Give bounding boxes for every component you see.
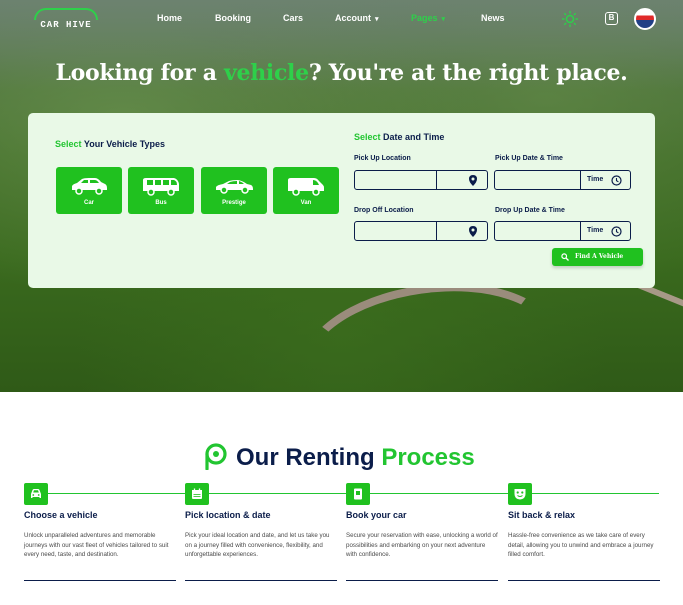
step-description: Secure your reservation with ease, unloc… — [346, 532, 498, 558]
step-title: Choose a vehicle — [24, 510, 98, 520]
vehicle-type-van[interactable]: Van — [273, 167, 339, 214]
step-underline — [24, 580, 176, 581]
vehicle-type-label: Prestige — [222, 200, 246, 206]
location-pin-icon — [469, 175, 477, 186]
date-time-title-green: Select — [354, 132, 381, 142]
vehicle-type-label: Van — [300, 200, 312, 206]
step-title: Book your car — [346, 510, 407, 520]
van-icon — [288, 178, 324, 196]
find-vehicle-label: Find A Vehicle — [575, 253, 624, 260]
find-vehicle-button[interactable]: Find A Vehicle — [552, 248, 643, 266]
dropoff-location-field[interactable] — [354, 221, 488, 241]
vehicle-type-bus[interactable]: Bus — [128, 167, 194, 214]
book-icon — [354, 488, 362, 500]
sun-icon[interactable] — [561, 10, 579, 28]
bus-icon — [143, 178, 179, 196]
top-nav: CAR HIVE Home Booking Cars Account ▾ Page… — [0, 0, 683, 38]
step-icon-box — [346, 483, 370, 505]
clock-icon — [611, 226, 622, 237]
vehicle-type-label: Car — [83, 200, 94, 206]
field-divider — [580, 171, 581, 189]
dropoff-date-label: Drop Up Date & Time — [495, 207, 565, 214]
step-icon-box — [185, 483, 209, 505]
field-divider — [436, 222, 437, 240]
hero-title-post: ? You're at the right place. — [308, 60, 628, 86]
pickup-location-label: Pick Up Location — [354, 155, 411, 162]
hero-title: Looking for a vehicle? You're at the rig… — [0, 60, 683, 86]
location-pin-icon — [469, 226, 477, 237]
nav-account-label: Account — [335, 13, 371, 23]
date-time-title-rest: Date and Time — [380, 132, 445, 142]
step-underline — [508, 580, 660, 581]
process-heading: Our Renting Process — [0, 442, 683, 476]
b-icon[interactable]: B — [605, 12, 618, 25]
car-icon — [72, 178, 107, 195]
nav-pages[interactable]: Pages ▾ — [411, 13, 445, 23]
search-icon — [561, 253, 569, 261]
calendar-icon — [192, 488, 202, 499]
process-title-green: Process — [381, 444, 475, 471]
nav-cars-label: Cars — [283, 13, 304, 23]
pickup-date-field[interactable]: Time — [494, 170, 631, 190]
nav-booking[interactable]: Booking — [215, 13, 251, 23]
search-panel: Select Your Vehicle Types Car Bus Presti… — [28, 113, 655, 288]
dropoff-location-label: Drop Off Location — [354, 207, 414, 214]
step-description: Hassle-free convenience as we take care … — [508, 532, 654, 558]
dropoff-date-field[interactable]: Time — [494, 221, 631, 241]
step-underline — [185, 580, 337, 581]
nav-pages-label: Pages — [411, 13, 438, 23]
step-description: Pick your ideal location and date, and l… — [185, 532, 330, 558]
pickup-location-field[interactable] — [354, 170, 488, 190]
brand-p-icon — [205, 443, 227, 470]
step-description: Unlock unparalleled adventures and memor… — [24, 532, 169, 558]
hero-title-highlight: vehicle — [224, 60, 309, 86]
nav-home-label: Home — [157, 13, 183, 23]
clock-icon — [611, 175, 622, 186]
date-time-title: Select Date and Time — [354, 132, 444, 142]
time-text: Time — [587, 176, 604, 183]
vehicle-types-title-green: Select — [55, 139, 82, 149]
vehicle-type-car[interactable]: Car — [56, 167, 122, 214]
nav-cars[interactable]: Cars — [283, 13, 303, 23]
logo[interactable]: CAR HIVE — [30, 8, 102, 32]
vehicle-types-title: Select Your Vehicle Types — [55, 139, 165, 149]
field-divider — [580, 222, 581, 240]
vehicle-type-label: Bus — [155, 200, 167, 206]
process-title: Our Renting Process — [236, 444, 475, 472]
vehicle-type-prestige[interactable]: Prestige — [201, 167, 267, 214]
mask-icon — [514, 489, 526, 500]
car-front-icon — [31, 489, 41, 498]
vehicle-types-title-rest: Your Vehicle Types — [81, 139, 166, 149]
sports-car-icon — [216, 180, 253, 194]
nav-news-label: News — [481, 13, 505, 23]
step-icon-box — [508, 483, 532, 505]
nav-news[interactable]: News — [481, 13, 505, 23]
step-title: Sit back & relax — [508, 510, 576, 520]
chevron-down-icon: ▾ — [375, 16, 379, 23]
logo-text: CAR HIVE — [40, 20, 92, 30]
logo-car-shape — [34, 8, 98, 20]
nav-home[interactable]: Home — [157, 13, 182, 23]
nav-booking-label: Booking — [215, 13, 251, 23]
field-divider — [436, 171, 437, 189]
time-text: Time — [587, 227, 604, 234]
step-underline — [346, 580, 498, 581]
avatar[interactable] — [634, 8, 656, 30]
hero-title-pre: Looking for a — [55, 60, 225, 86]
chevron-down-icon: ▾ — [441, 16, 446, 23]
nav-account[interactable]: Account ▾ — [335, 13, 379, 23]
process-title-main: Our Renting — [236, 444, 375, 471]
pickup-date-label: Pick Up Date & Time — [495, 155, 563, 162]
step-title: Pick location & date — [185, 510, 271, 520]
step-icon-box — [24, 483, 48, 505]
